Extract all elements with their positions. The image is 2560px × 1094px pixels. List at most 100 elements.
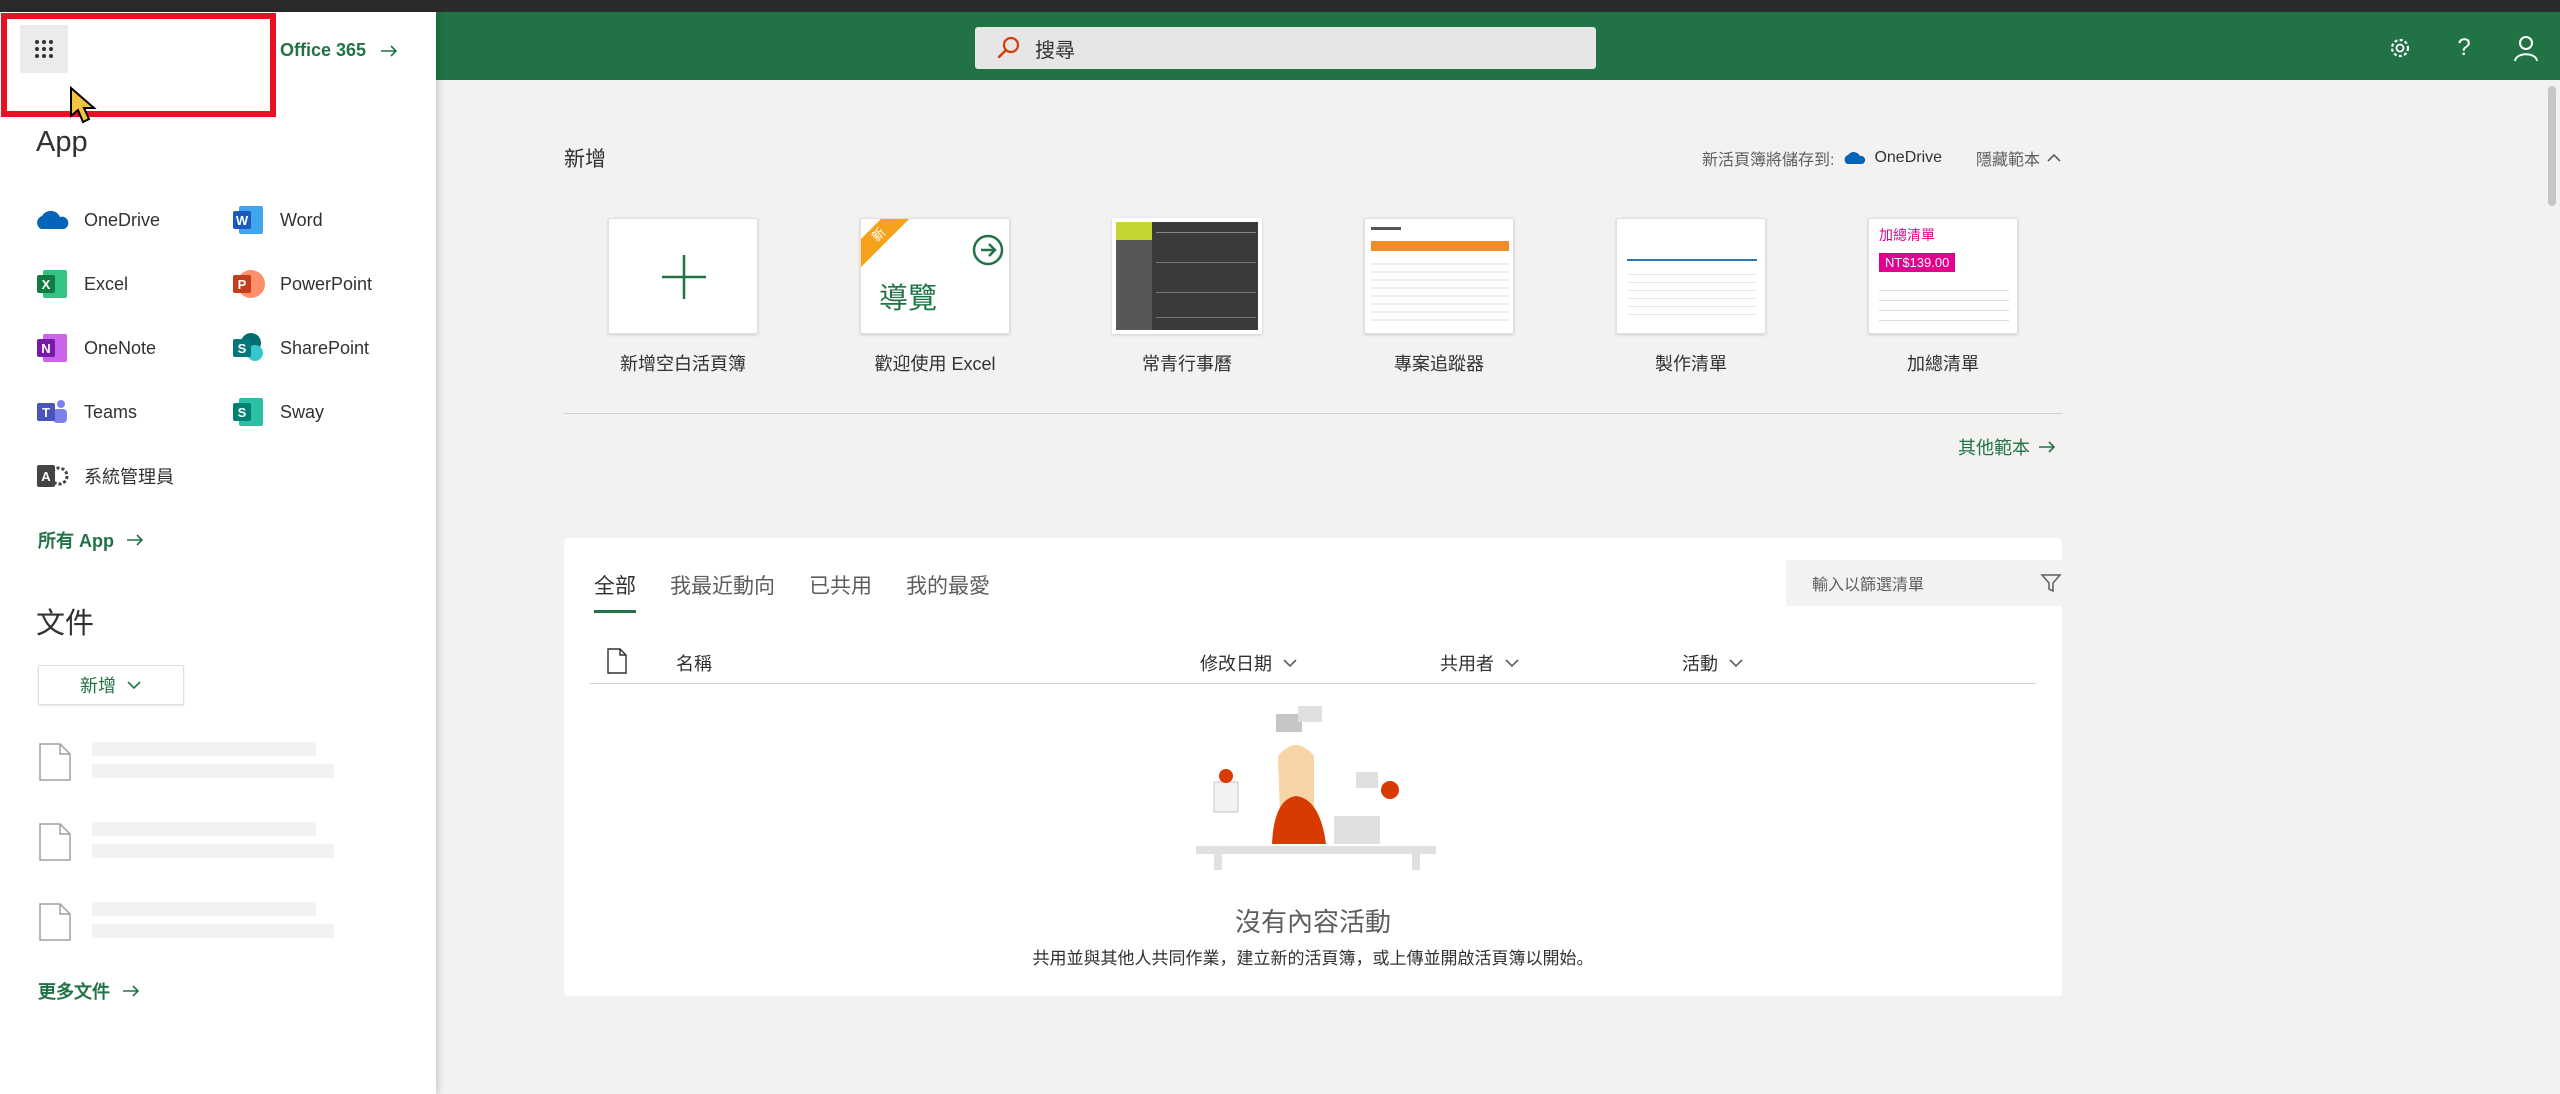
svg-text:W: W xyxy=(236,213,249,228)
document-placeholder-row xyxy=(38,822,338,870)
filter-icon xyxy=(2040,574,2062,593)
file-tabs: 全部 我最近動向 已共用 我的最愛 xyxy=(594,570,990,613)
new-button-label: 新增 xyxy=(80,676,116,696)
app-label: SharePoint xyxy=(280,337,370,358)
app-sway[interactable]: S Sway xyxy=(230,395,324,429)
template-label: 加總清單 xyxy=(1907,354,1979,374)
search-placeholder: 搜尋 xyxy=(1035,39,1075,62)
more-files-link[interactable]: 更多文件 xyxy=(38,978,140,1004)
office365-label: Office 365 xyxy=(280,40,367,60)
app-admin[interactable]: A 系統管理員 xyxy=(34,459,174,493)
search-box[interactable]: 搜尋 xyxy=(975,27,1596,69)
teams-icon: T xyxy=(34,395,70,429)
app-label: PowerPoint xyxy=(280,273,373,294)
save-location: 新活頁簿將儲存到: OneDrive xyxy=(1702,146,1942,170)
document-icon xyxy=(39,903,71,941)
empty-state-title: 沒有內容活動 xyxy=(1234,907,1391,937)
app-excel[interactable]: X Excel xyxy=(34,267,128,301)
empty-state-illustration xyxy=(1196,706,1436,870)
table-header-line xyxy=(590,683,2036,684)
save-to-label: 新活頁簿將儲存到: xyxy=(1702,152,1835,169)
chevron-down-icon xyxy=(1283,659,1297,668)
template-thumbnail: 新 導覽 xyxy=(860,218,1010,334)
template-sum-list[interactable]: 加總清單 NT$139.00 加總清單 xyxy=(1868,218,2018,376)
tab-favorites[interactable]: 我的最愛 xyxy=(906,570,990,613)
app-onedrive[interactable]: OneDrive xyxy=(34,203,160,237)
highlight-box xyxy=(1,13,276,117)
pointer-cursor-icon xyxy=(70,86,97,124)
template-thumbnail xyxy=(1616,218,1766,334)
scrollbar-thumb[interactable] xyxy=(2548,86,2556,206)
arrow-right-icon xyxy=(123,985,140,997)
thumb-title: 加總清單 xyxy=(1879,227,1935,243)
document-icon xyxy=(39,743,71,781)
template-project-tracker[interactable]: 專案追蹤器 xyxy=(1364,218,1514,376)
tab-all[interactable]: 全部 xyxy=(594,570,636,613)
help-button[interactable]: ? xyxy=(2444,28,2484,68)
sharepoint-icon: S xyxy=(230,331,266,365)
document-placeholder-row xyxy=(38,742,338,790)
documents-heading: 文件 xyxy=(36,608,95,640)
column-activity[interactable]: 活動 xyxy=(1682,650,1744,676)
more-templates-label: 其他範本 xyxy=(1958,438,2030,458)
column-activity-label: 活動 xyxy=(1682,654,1718,674)
plus-icon xyxy=(662,255,706,299)
powerpoint-icon: P xyxy=(230,267,266,301)
onedrive-icon xyxy=(34,203,70,237)
app-word[interactable]: W Word xyxy=(230,203,323,237)
excel-icon: X xyxy=(34,267,70,301)
template-label: 製作清單 xyxy=(1655,354,1727,374)
app-label: OneDrive xyxy=(84,209,161,230)
chevron-down-icon xyxy=(1729,659,1743,668)
column-modified-label: 修改日期 xyxy=(1200,654,1272,674)
arrow-right-icon xyxy=(127,534,144,546)
all-apps-link[interactable]: 所有 App xyxy=(38,527,144,553)
template-blank-workbook[interactable]: 新增空白活頁簿 xyxy=(608,218,758,376)
more-files-label: 更多文件 xyxy=(38,982,110,1002)
onenote-icon: N xyxy=(34,331,70,365)
tab-recent[interactable]: 我最近動向 xyxy=(670,570,775,613)
template-make-list[interactable]: 製作清單 xyxy=(1616,218,1766,376)
office365-link[interactable]: Office 365 xyxy=(280,40,398,61)
app-label: Sway xyxy=(280,401,325,422)
template-thumbnail xyxy=(1364,218,1514,334)
settings-button[interactable] xyxy=(2380,28,2420,68)
chevron-down-icon xyxy=(1505,659,1519,668)
more-templates-link[interactable]: 其他範本 xyxy=(1958,434,2056,460)
app-teams[interactable]: T Teams xyxy=(34,395,137,429)
template-calendar[interactable]: 常青行事曆 xyxy=(1112,218,1262,376)
column-name[interactable]: 名稱 xyxy=(676,650,712,676)
admin-icon: A xyxy=(34,459,70,493)
save-to-target[interactable]: OneDrive xyxy=(1874,149,1942,167)
page-scrollbar[interactable] xyxy=(2544,80,2560,1094)
empty-state-description: 共用並與其他人共同作業，建立新的活頁簿，或上傳並開啟活頁簿以開始。 xyxy=(1032,949,1594,968)
onedrive-cloud-icon xyxy=(1845,152,1866,164)
app-label: OneNote xyxy=(84,337,157,358)
column-shared-by[interactable]: 共用者 xyxy=(1440,650,1520,676)
main-content: 新增 新活頁簿將儲存到: OneDrive 隱藏範本 新增空白活頁簿 新 導覽 … xyxy=(436,80,2544,1094)
sway-icon: S xyxy=(230,395,266,429)
document-placeholder-row xyxy=(38,902,338,950)
template-welcome-excel[interactable]: 新 導覽 歡迎使用 Excel xyxy=(860,218,1010,376)
word-icon: W xyxy=(230,203,266,237)
app-sharepoint[interactable]: S SharePoint xyxy=(230,331,369,365)
tab-shared[interactable]: 已共用 xyxy=(809,570,872,613)
hide-templates-toggle[interactable]: 隱藏範本 xyxy=(1976,146,2062,170)
column-name-label: 名稱 xyxy=(676,654,712,674)
app-label: Word xyxy=(280,209,323,230)
template-label: 歡迎使用 Excel xyxy=(874,354,996,374)
filter-input[interactable]: 輸入以篩選清單 xyxy=(1786,560,2078,606)
arrow-right-icon xyxy=(2039,441,2056,453)
app-label: Excel xyxy=(84,273,129,294)
app-onenote[interactable]: N OneNote xyxy=(34,331,156,365)
hide-templates-label: 隱藏範本 xyxy=(1976,152,2041,169)
column-modified[interactable]: 修改日期 xyxy=(1200,650,1298,676)
file-type-icon xyxy=(607,648,627,674)
svg-text:X: X xyxy=(42,277,51,292)
svg-text:S: S xyxy=(238,341,247,356)
svg-text:T: T xyxy=(42,405,50,420)
new-document-button[interactable]: 新增 xyxy=(38,665,184,705)
app-powerpoint[interactable]: P PowerPoint xyxy=(230,267,372,301)
search-icon xyxy=(997,36,1020,59)
account-button[interactable] xyxy=(2506,28,2546,68)
